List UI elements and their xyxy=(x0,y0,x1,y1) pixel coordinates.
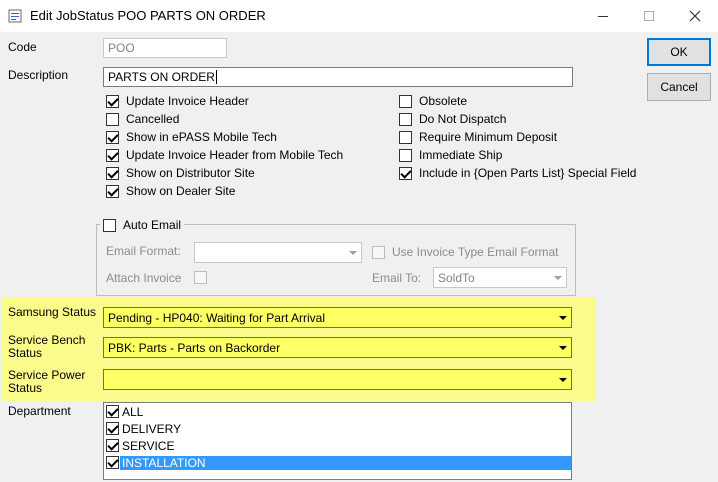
do-not-dispatch-checkbox[interactable]: Do Not Dispatch xyxy=(399,110,636,128)
service-power-status-label: Service Power Status xyxy=(8,368,86,395)
samsung-status-select[interactable]: Pending - HP040: Waiting for Part Arriva… xyxy=(103,307,572,328)
department-label: Department xyxy=(8,404,71,418)
email-to-select[interactable]: SoldTo xyxy=(433,267,567,288)
left-options: Update Invoice Header Cancelled Show in … xyxy=(106,92,343,200)
chevron-down-icon xyxy=(554,370,571,389)
right-options: Obsolete Do Not Dispatch Require Minimum… xyxy=(399,92,636,182)
obsolete-checkbox[interactable]: Obsolete xyxy=(399,92,636,110)
attach-invoice-label: Attach Invoice xyxy=(106,271,182,285)
app-icon xyxy=(8,9,22,23)
update-invoice-header-mobile-checkbox[interactable]: Update Invoice Header from Mobile Tech xyxy=(106,146,343,164)
include-open-parts-checkbox[interactable]: Include in {Open Parts List} Special Fie… xyxy=(399,164,636,182)
department-list[interactable]: ALL DELIVERY SERVICE INSTALLATION xyxy=(103,402,572,480)
chevron-down-icon xyxy=(549,268,566,287)
chevron-down-icon xyxy=(344,243,361,262)
email-format-label: Email Format: xyxy=(106,244,181,258)
auto-email-checkbox[interactable]: Auto Email xyxy=(100,216,185,234)
show-in-epass-checkbox[interactable]: Show in ePASS Mobile Tech xyxy=(106,128,343,146)
list-item[interactable]: SERVICE xyxy=(104,437,571,454)
description-label: Description xyxy=(8,68,69,82)
close-button[interactable] xyxy=(672,0,718,32)
use-invoice-type-checkbox[interactable]: Use Invoice Type Email Format xyxy=(372,243,559,261)
list-item[interactable]: DELIVERY xyxy=(104,420,571,437)
description-value: PARTS ON ORDER xyxy=(108,70,215,84)
email-format-select[interactable] xyxy=(194,242,362,263)
immediate-ship-checkbox[interactable]: Immediate Ship xyxy=(399,146,636,164)
show-on-dealer-checkbox[interactable]: Show on Dealer Site xyxy=(106,182,343,200)
close-icon xyxy=(689,10,701,22)
minimize-icon xyxy=(598,15,608,17)
minimize-button[interactable] xyxy=(580,0,626,32)
chevron-down-icon xyxy=(554,338,571,357)
code-field[interactable]: POO xyxy=(103,38,227,58)
email-to-label: Email To: xyxy=(372,271,422,285)
service-bench-status-select[interactable]: PBK: Parts - Parts on Backorder xyxy=(103,337,572,358)
service-bench-status-label: Service Bench Status xyxy=(8,333,86,360)
samsung-status-label: Samsung Status xyxy=(8,305,97,319)
update-invoice-header-checkbox[interactable]: Update Invoice Header xyxy=(106,92,343,110)
code-label: Code xyxy=(8,40,37,54)
ok-button[interactable]: OK xyxy=(647,38,711,66)
window-title: Edit JobStatus POO PARTS ON ORDER xyxy=(30,8,266,23)
list-item[interactable]: ALL xyxy=(104,403,571,420)
maximize-button[interactable] xyxy=(626,0,672,32)
cancelled-checkbox[interactable]: Cancelled xyxy=(106,110,343,128)
attach-invoice-checkbox[interactable] xyxy=(194,271,214,284)
maximize-icon xyxy=(644,11,654,21)
list-item[interactable]: INSTALLATION xyxy=(104,454,571,471)
chevron-down-icon xyxy=(554,308,571,327)
cancel-button[interactable]: Cancel xyxy=(647,73,711,101)
service-power-status-select[interactable] xyxy=(103,369,572,390)
description-field[interactable]: PARTS ON ORDER xyxy=(103,67,573,87)
show-on-distributor-checkbox[interactable]: Show on Distributor Site xyxy=(106,164,343,182)
require-minimum-deposit-checkbox[interactable]: Require Minimum Deposit xyxy=(399,128,636,146)
